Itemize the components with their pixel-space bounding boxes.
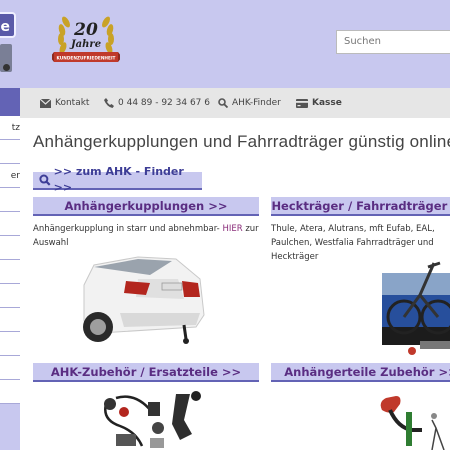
badge-word: Jahre [69, 39, 101, 50]
contact-link[interactable]: Kontakt [40, 88, 89, 118]
sidebar-item[interactable] [0, 140, 20, 164]
wiring-harness-image[interactable] [96, 390, 204, 450]
checkout-label: Kasse [312, 98, 342, 108]
car-with-towbar-image[interactable] [80, 255, 206, 353]
phone-icon [104, 98, 114, 108]
sidebar-item[interactable]: tz [0, 116, 20, 140]
sidebar-item[interactable] [0, 260, 20, 284]
category-heading-accessories[interactable]: AHK-Zubehör / Ersatzteile >> [33, 363, 259, 382]
search-placeholder: Suchen [344, 36, 382, 47]
sidebar-item[interactable] [0, 212, 20, 236]
utility-bar: Kontakt 0 44 89 - 92 34 67 6 AHK-Finder … [20, 88, 450, 118]
ahk-finder-button-label: >> zum AHK - Finder >> [53, 165, 184, 194]
here-link[interactable]: HIER [222, 224, 242, 234]
search-icon [39, 174, 51, 186]
phone-label: 0 44 89 - 92 34 67 6 [118, 98, 210, 108]
sidebar-item[interactable] [0, 236, 20, 260]
category-heading-bike-carriers[interactable]: Heckträger / Fahrradträger >> [271, 197, 450, 216]
category-heading-towbars[interactable]: Anhängerkupplungen >> [33, 197, 259, 216]
badge-ribbon: KUNDENZUFRIEDENHEIT [57, 56, 116, 62]
phone-link[interactable]: 0 44 89 - 92 34 67 6 [104, 88, 210, 118]
sidebar-item[interactable] [0, 356, 20, 380]
anniversary-badge: 20 Jahre KUNDENZUFRIEDENHEIT [50, 12, 122, 70]
sidebar-item[interactable] [0, 188, 20, 212]
category-desc-towbars: Anhängerkupplung in starr und abnehmbar-… [33, 224, 259, 248]
menu-button[interactable]: e [0, 12, 16, 38]
category-heading-trailer-parts[interactable]: Anhängerteile Zubehör >> [271, 363, 450, 382]
site-header: e 20 Jahre KUNDENZUFRIEDENHEIT Suchen [0, 0, 450, 88]
bike-carrier-image[interactable] [382, 255, 450, 355]
category-sidebar: tz er [0, 88, 20, 450]
page-title: Anhängerkupplungen und Fahrradträger gün… [33, 132, 450, 151]
sidebar-item[interactable] [0, 284, 20, 308]
sidebar-item[interactable]: er [0, 164, 20, 188]
sidebar-item[interactable] [0, 88, 20, 116]
credit-card-icon [296, 98, 308, 108]
envelope-icon [40, 98, 51, 108]
contact-label: Kontakt [55, 98, 90, 108]
sidebar-item[interactable] [0, 332, 20, 356]
badge-number: 20 [73, 20, 98, 40]
search-input[interactable]: Suchen [336, 30, 450, 54]
ahk-finder-label: AHK-Finder [232, 98, 281, 108]
trailer-light-image[interactable] [372, 392, 450, 450]
vehicle-thumbnail[interactable] [0, 44, 12, 72]
ahk-finder-link[interactable]: AHK-Finder [218, 88, 281, 118]
sidebar-item[interactable] [0, 380, 20, 404]
ahk-finder-button[interactable]: >> zum AHK - Finder >> [33, 165, 202, 194]
search-icon [218, 98, 228, 108]
checkout-link[interactable]: Kasse [296, 88, 342, 118]
sidebar-item[interactable] [0, 308, 20, 332]
